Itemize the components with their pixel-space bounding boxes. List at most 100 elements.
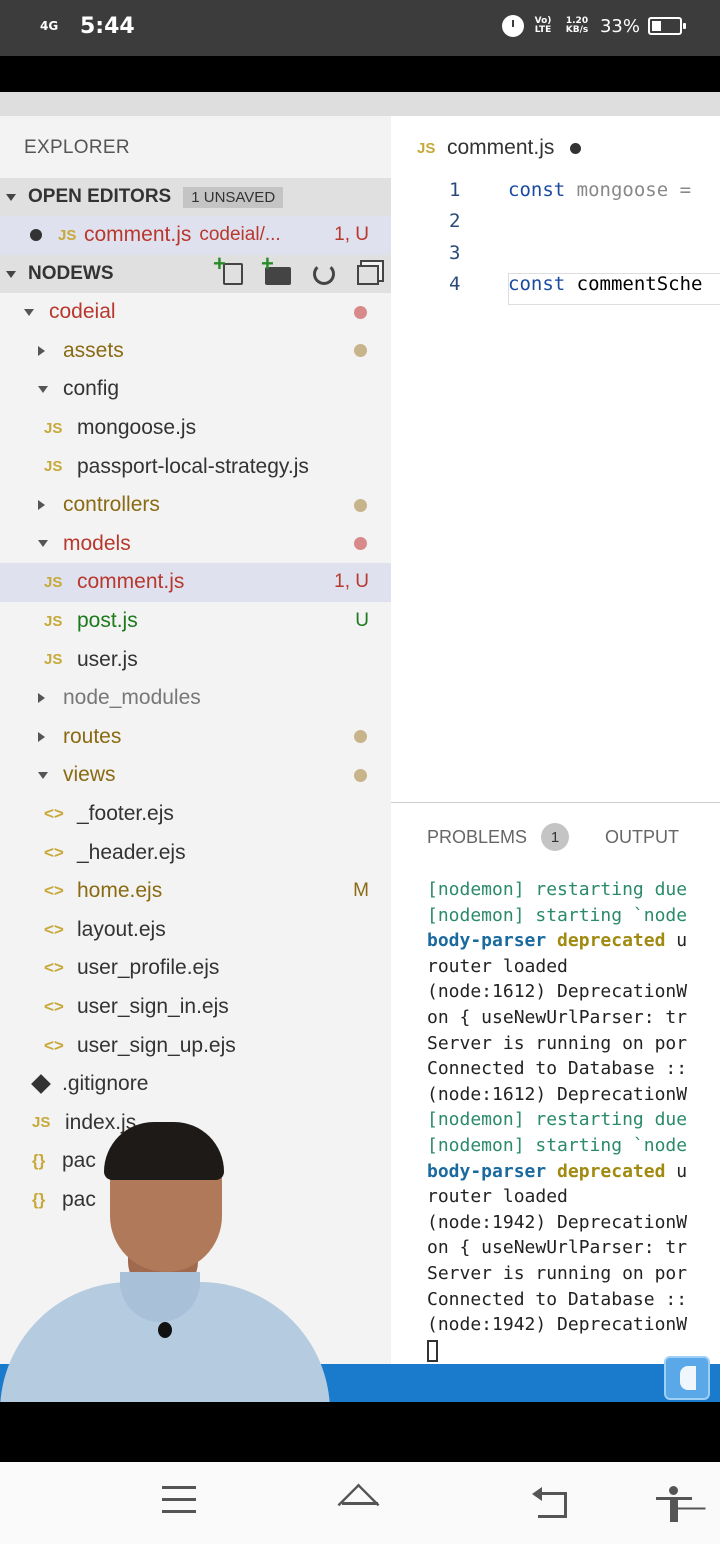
tree-folder[interactable]: controllers <box>0 486 391 525</box>
accessibility-icon[interactable] <box>656 1486 696 1522</box>
ejs-file-icon: <> <box>44 997 64 1017</box>
status-bar: 4G 5:44 Vo) LTE 1.20 KB/s 33% <box>0 0 720 56</box>
tree-file[interactable]: <> user_sign_up.ejs <box>0 1026 391 1065</box>
chevron-right-icon <box>38 345 45 356</box>
terminal-token: deprecated <box>546 1160 666 1182</box>
tree-item-label: home.ejs <box>77 879 163 903</box>
tree-item-label: user_sign_up.ejs <box>77 1033 236 1057</box>
battery-icon <box>648 17 686 35</box>
tree-file[interactable]: <> user_profile.ejs <box>0 949 391 988</box>
tree-item-label: views <box>63 763 116 787</box>
tree-item-label: _footer.ejs <box>77 802 174 826</box>
tree-folder[interactable]: models <box>0 525 391 564</box>
open-editors-header[interactable]: OPEN EDITORS 1 UNSAVED <box>0 178 391 216</box>
tree-file[interactable]: .gitignore <box>0 1065 391 1104</box>
tree-item-label: mongoose.js <box>77 416 197 440</box>
tree-item-label: user.js <box>77 647 138 671</box>
tree-file[interactable]: JS mongoose.js <box>0 409 391 448</box>
terminal-output[interactable]: [nodemon] restarting due [nodemon] starti… <box>427 879 720 1365</box>
chevron-right-icon <box>38 693 45 704</box>
code-editor[interactable]: JS comment.js 1 const mongoose = 2 3 4 cons… <box>391 116 720 802</box>
tree-item-label: post.js <box>77 609 138 633</box>
git-status-dot <box>354 498 367 512</box>
code-keyword: const <box>508 179 566 201</box>
terminal-line: (node:1612) DeprecationW <box>427 1083 688 1105</box>
code-line[interactable]: 3 <box>391 242 720 272</box>
git-status-badge: U <box>355 610 369 632</box>
js-file-icon: JS <box>44 612 63 630</box>
network-indicator: 4G <box>40 19 59 33</box>
menu-icon[interactable] <box>162 1486 202 1520</box>
tree-file[interactable]: <> _footer.ejs <box>0 795 391 834</box>
git-status-dot <box>354 537 367 551</box>
tree-folder[interactable]: node_modules <box>0 679 391 718</box>
git-status-badge: M <box>353 880 369 902</box>
refresh-icon[interactable] <box>313 263 335 285</box>
tree-file[interactable]: <> user_sign_in.ejs <box>0 988 391 1027</box>
tree-item-label: _header.ejs <box>77 840 186 864</box>
tab-problems[interactable]: PROBLEMS <box>427 827 527 848</box>
bottom-panel: PROBLEMS 1 OUTPUT [nodemon] restarting d… <box>391 802 720 1364</box>
tree-file[interactable]: <> _header.ejs <box>0 833 391 872</box>
finder-icon[interactable] <box>664 1356 710 1400</box>
tree-item-label: routes <box>63 724 122 748</box>
git-status-dot <box>354 344 367 358</box>
terminal-token: body-parser <box>427 930 547 952</box>
git-status-dot <box>354 730 367 744</box>
unsaved-badge: 1 UNSAVED <box>183 186 284 208</box>
tree-file[interactable]: JS comment.js 1, U <box>0 563 391 602</box>
tree-file[interactable]: <> home.ejs M <box>0 872 391 911</box>
editor-tab-label: comment.js <box>447 136 555 159</box>
tree-file[interactable]: <> layout.ejs <box>0 911 391 950</box>
battery-percent: 33% <box>599 15 640 37</box>
open-editor-item[interactable]: JS comment.js codeial/... 1, U <box>0 216 391 255</box>
line-number: 3 <box>449 242 461 264</box>
microphone-icon <box>158 1322 172 1338</box>
chevron-right-icon <box>38 500 45 511</box>
editor-tab[interactable]: JS comment.js <box>417 136 582 160</box>
js-file-icon: JS <box>44 458 63 476</box>
tree-folder[interactable]: routes <box>0 718 391 757</box>
js-file-icon: JS <box>44 651 63 669</box>
terminal-line: (node:1942) DeprecationW <box>427 1314 688 1336</box>
tab-output[interactable]: OUTPUT <box>605 827 679 848</box>
terminal-line: Server is running on por <box>427 1032 688 1054</box>
line-number: 2 <box>449 210 461 232</box>
project-header[interactable]: NODEWS <box>0 251 391 293</box>
tree-folder[interactable]: views <box>0 756 391 795</box>
git-status-dot <box>354 768 367 782</box>
tree-item-label: codeial <box>49 300 116 324</box>
terminal-line: body-parser deprecated u <box>427 1161 720 1187</box>
new-file-icon[interactable] <box>213 251 243 285</box>
tree-file[interactable]: JS user.js <box>0 640 391 679</box>
back-icon[interactable] <box>532 1486 572 1520</box>
collapse-all-icon[interactable] <box>357 265 379 285</box>
tree-folder[interactable]: codeial <box>0 293 391 332</box>
open-editor-filename: comment.js <box>84 223 192 247</box>
terminal-line: body-parser deprecated u <box>427 930 720 956</box>
home-icon[interactable] <box>338 1486 378 1520</box>
js-file-icon: JS <box>44 419 63 437</box>
presenter-video-overlay <box>0 1122 330 1402</box>
tree-item-label: assets <box>63 338 124 362</box>
chevron-down-icon <box>6 270 16 278</box>
code-line[interactable]: 2 <box>391 210 720 240</box>
js-file-icon: JS <box>44 573 63 591</box>
open-editors-label: OPEN EDITORS <box>28 186 172 207</box>
tree-file[interactable]: JS post.js U <box>0 602 391 641</box>
tree-folder[interactable]: config <box>0 370 391 409</box>
code-line[interactable]: 1 const mongoose = <box>391 179 720 209</box>
tree-file[interactable]: JS passport-local-strategy.js <box>0 447 391 486</box>
tree-item-label: user_sign_in.ejs <box>77 995 229 1019</box>
unsaved-dot-icon <box>30 229 42 242</box>
terminal-line: (node:1942) DeprecationW <box>427 1211 688 1233</box>
new-folder-icon[interactable] <box>261 251 291 285</box>
code-keyword: const <box>508 273 566 295</box>
clock: 5:44 <box>80 14 135 39</box>
terminal-line: [nodemon] starting `node <box>427 1134 688 1156</box>
project-label: NODEWS <box>28 263 114 284</box>
tree-folder[interactable]: assets <box>0 332 391 371</box>
chevron-down-icon <box>38 540 48 548</box>
terminal-token: u <box>665 1160 688 1182</box>
code-line[interactable]: 4 const commentSche <box>391 273 720 305</box>
